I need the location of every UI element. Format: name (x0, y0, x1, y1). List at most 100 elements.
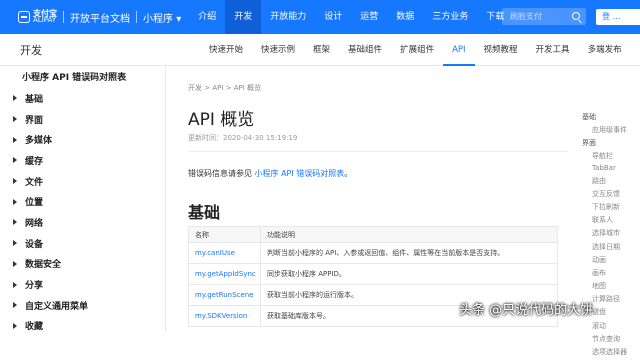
sidebar-item-label: 分享 (25, 281, 44, 292)
tab-api[interactable]: API (443, 34, 475, 66)
caret-right-icon (13, 302, 17, 309)
watermark: 头条 @只说代码的大饼 (459, 303, 594, 318)
sidebar-item-label: 网络 (25, 218, 44, 229)
caret-right-icon (13, 322, 17, 329)
api-link[interactable]: my.canIUse (188, 242, 261, 264)
toc-item[interactable]: 动画 (582, 255, 640, 265)
sidebar-link-error-codes[interactable]: 小程序 API 错误码对照表 (22, 70, 126, 83)
sidebar-item-label: 设备 (25, 239, 44, 250)
api-description: 判断当前小程序的 API、入参或返回值、组件、属性等在当前版本是否支持。 (260, 242, 558, 264)
search-icon[interactable] (572, 12, 580, 20)
sidebar-item-ui[interactable]: 界面 (0, 109, 166, 130)
intro-text: 错误码信息请参见 小程序 API 错误码对照表。 (188, 168, 352, 179)
product-label: 小程序 (143, 13, 173, 25)
tab-multi-publish[interactable]: 多端发布 (579, 34, 631, 66)
sidebar-item-location[interactable]: 位置 (0, 191, 166, 212)
sidebar-item-cache[interactable]: 缓存 (0, 150, 166, 171)
product-dropdown[interactable]: 小程序 ▾ (143, 10, 181, 25)
caret-right-icon (13, 136, 17, 143)
sidebar-item-label: 界面 (25, 115, 44, 126)
caret-right-icon (13, 198, 17, 205)
toc-item[interactable]: 选择城市 (582, 228, 640, 238)
login-button[interactable]: 登 ... (596, 9, 640, 25)
sidebar-item-label: 缓存 (25, 156, 44, 167)
sidebar-item-media[interactable]: 多媒体 (0, 129, 166, 150)
search-input[interactable] (510, 12, 570, 21)
sidebar-item-device[interactable]: 设备 (0, 233, 166, 254)
nav-open-capability[interactable]: 开放能力 (261, 0, 315, 34)
breadcrumb[interactable]: 开发 > API > API 概览 (188, 83, 261, 93)
table-of-contents: 基础 应用级事件 界面 导航栏 TabBar 路由 交互反馈 下拉刷新 联系人 … (582, 112, 640, 360)
sidebar-item-label: 位置 (25, 198, 44, 209)
sidebar-item-favorites[interactable]: 收藏 (0, 316, 166, 337)
api-link[interactable]: my.SDKVersion (188, 305, 261, 327)
sidebar-item-share[interactable]: 分享 (0, 274, 166, 295)
divider (63, 11, 64, 23)
tab-basic-components[interactable]: 基础组件 (339, 34, 391, 66)
search-box (502, 8, 586, 25)
logo-subtext: ALIPAY (33, 16, 57, 24)
toc-item[interactable]: TabBar (582, 164, 640, 172)
toc-item[interactable]: 交互反馈 (582, 189, 640, 199)
caret-right-icon (13, 240, 17, 247)
caret-right-icon (13, 157, 17, 164)
error-code-link[interactable]: 小程序 API 错误码对照表 (255, 169, 345, 178)
updated-time: 更新时间：2020-04-30 15:19:19 (188, 134, 298, 142)
nav-develop[interactable]: 开发 (225, 0, 262, 34)
table-header-row: 名称 功能说明 (188, 226, 558, 243)
toc-item[interactable]: 导航栏 (582, 151, 640, 161)
toc-item[interactable]: 选择日期 (582, 242, 640, 252)
nav-intro[interactable]: 介绍 (189, 0, 225, 34)
sidebar-item-basics[interactable]: 基础 (0, 88, 166, 109)
api-link[interactable]: my.getRunScene (188, 284, 261, 306)
sidebar-item-label: 数据安全 (25, 260, 62, 271)
api-description: 同步获取小程序 APPID。 (260, 263, 558, 285)
intro-suffix: 。 (344, 169, 353, 178)
sidebar-item-file[interactable]: 文件 (0, 171, 166, 192)
toc-item[interactable]: 选项选择器 (582, 347, 640, 357)
nav-third-party[interactable]: 三方业务 (423, 0, 477, 34)
toc-item[interactable]: 基础 (582, 112, 640, 122)
toc-item[interactable]: 滚动 (582, 321, 640, 331)
site-title[interactable]: 开放平台文档 (70, 10, 130, 25)
main-nav: 介绍 开发 开放能力 设计 运营 数据 三方业务 下载 (189, 0, 513, 34)
sidebar-item-network[interactable]: 网络 (0, 212, 166, 233)
section-heading: 基础 (188, 203, 221, 222)
api-link[interactable]: my.getAppIdSync (188, 263, 261, 285)
toc-item[interactable]: 节点查询 (582, 334, 640, 344)
sidebar-item-label: 基础 (25, 94, 44, 105)
caret-right-icon (13, 95, 17, 102)
nav-design[interactable]: 设计 (315, 0, 351, 34)
sidebar-item-custom-menu[interactable]: 自定义通用菜单 (0, 295, 166, 316)
caret-right-icon (13, 281, 17, 288)
tab-video-tutorials[interactable]: 视频教程 (475, 34, 527, 66)
page-title: API 概览 (188, 110, 255, 130)
caret-right-icon (13, 219, 17, 226)
nav-data[interactable]: 数据 (387, 0, 423, 34)
column-header-desc: 功能说明 (260, 226, 558, 243)
table-row: my.canIUse 判断当前小程序的 API、入参或返回值、组件、属性等在当前… (188, 242, 558, 264)
tab-extended-components[interactable]: 扩展组件 (391, 34, 443, 66)
toc-item[interactable]: 界面 (582, 138, 640, 148)
sub-navbar: 开发 快速开始 快速示例 框架 基础组件 扩展组件 API 视频教程 开发工具 … (0, 34, 640, 66)
table-row: my.getAppIdSync 同步获取小程序 APPID。 (188, 263, 558, 285)
toc-item[interactable]: 地图 (582, 281, 640, 291)
tab-quick-examples[interactable]: 快速示例 (252, 34, 304, 66)
divider (136, 11, 137, 23)
toc-item[interactable]: 画布 (582, 268, 640, 278)
top-navbar: 支付宝 ALIPAY 开放平台文档 小程序 ▾ 介绍 开发 开放能力 设计 运营… (0, 0, 640, 34)
toc-item[interactable]: 下拉刷新 (582, 202, 640, 212)
toc-item[interactable]: 应用级事件 (582, 125, 640, 135)
caret-right-icon (13, 116, 17, 123)
caret-right-icon (13, 178, 17, 185)
sub-tabs: 快速开始 快速示例 框架 基础组件 扩展组件 API 视频教程 开发工具 多端发… (200, 34, 631, 66)
sidebar-item-data-security[interactable]: 数据安全 (0, 254, 166, 275)
alipay-logo[interactable]: 支付宝 ALIPAY (18, 10, 57, 24)
toc-item[interactable]: 联系人 (582, 215, 640, 225)
toc-item[interactable]: 路由 (582, 176, 640, 186)
tab-framework[interactable]: 框架 (304, 34, 339, 66)
tab-quick-start[interactable]: 快速开始 (200, 34, 252, 66)
tab-dev-tools[interactable]: 开发工具 (527, 34, 579, 66)
nav-operation[interactable]: 运营 (351, 0, 387, 34)
section-title: 开发 (20, 44, 42, 57)
